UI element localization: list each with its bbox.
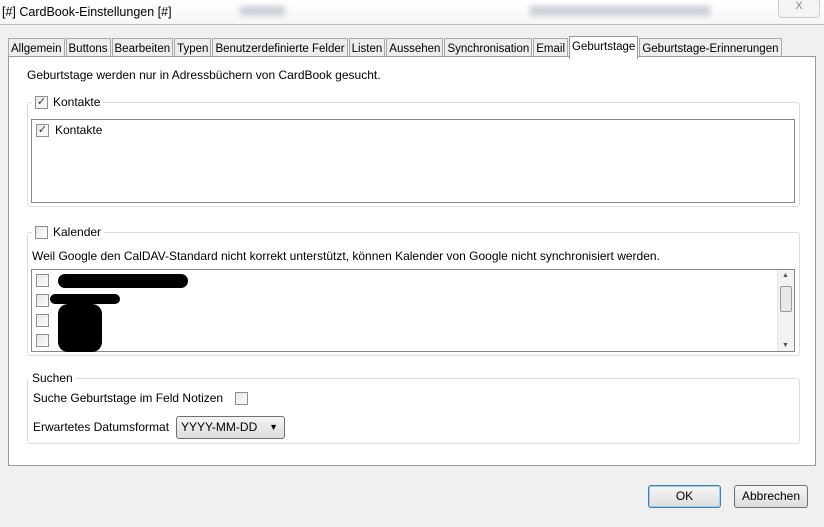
- list-item[interactable]: [36, 334, 49, 347]
- calendar-item-checkbox[interactable]: [36, 314, 49, 327]
- tab-typen[interactable]: Typen: [174, 38, 212, 58]
- tab-bearbeiten[interactable]: Bearbeiten: [111, 38, 174, 58]
- scrollbar[interactable]: ▲ ▼: [777, 270, 794, 351]
- notes-checkbox[interactable]: [235, 391, 249, 405]
- tab-bar: Allgemein Buttons Bearbeiten Typen Benut…: [8, 36, 816, 59]
- tab-listen[interactable]: Listen: [348, 38, 386, 58]
- list-item[interactable]: ✓ Kontakte: [36, 123, 102, 137]
- tab-synchronisation[interactable]: Synchronisation: [444, 38, 533, 58]
- calendar-group: Kalender Weil Google den CalDAV-Standard…: [27, 225, 800, 356]
- redaction: [58, 304, 102, 352]
- addressbook-label: Kontakte: [55, 123, 103, 137]
- redaction: [58, 274, 188, 288]
- search-legend: Suchen: [29, 371, 76, 385]
- contacts-checkbox[interactable]: ✓: [35, 95, 48, 109]
- chevron-down-icon: ▼: [269, 422, 278, 432]
- close-button[interactable]: X: [778, 0, 820, 18]
- tab-aussehen[interactable]: Aussehen: [386, 38, 444, 58]
- scrollbar-thumb[interactable]: [780, 286, 792, 312]
- redaction: [50, 294, 120, 304]
- tab-allgemein[interactable]: Allgemein: [8, 38, 65, 58]
- window-title: [#] CardBook-Einstellungen [#]: [2, 5, 172, 19]
- scroll-down-icon[interactable]: ▼: [782, 342, 789, 349]
- contacts-group: ✓ Kontakte ✓ Kontakte: [27, 95, 800, 207]
- date-format-select[interactable]: YYYY-MM-DD ▼: [176, 416, 285, 439]
- scroll-up-icon[interactable]: ▲: [782, 272, 789, 279]
- ok-button[interactable]: OK: [648, 485, 721, 508]
- calendar-label: Kalender: [53, 225, 102, 239]
- list-item[interactable]: [36, 294, 49, 307]
- tab-panel: Geburtstage werden nur in Adressbüchern …: [8, 56, 816, 466]
- calendar-item-checkbox[interactable]: [36, 294, 49, 307]
- calendar-item-checkbox[interactable]: [36, 334, 49, 347]
- title-bar: [#] CardBook-Einstellungen [#] X: [0, 0, 824, 25]
- addressbook-list[interactable]: ✓ Kontakte: [31, 119, 795, 203]
- info-text: Geburtstage werden nur in Adressbüchern …: [27, 68, 381, 82]
- blurred-text: [240, 6, 285, 16]
- contacts-label: Kontakte: [53, 95, 101, 109]
- tab-email[interactable]: Email: [533, 38, 569, 58]
- search-group: Suchen: [27, 371, 800, 444]
- notes-option: Suche Geburtstage im Feld Notizen: [33, 391, 249, 405]
- calendar-legend: Kalender: [32, 225, 105, 239]
- addressbook-checkbox[interactable]: ✓: [36, 123, 49, 137]
- google-warning: Weil Google den CalDAV-Standard nicht ko…: [32, 249, 660, 263]
- tab-geburtstage[interactable]: Geburtstage: [569, 36, 639, 59]
- notes-label: Suche Geburtstage im Feld Notizen: [33, 391, 224, 405]
- list-item[interactable]: [36, 274, 49, 287]
- tab-geburtstage-erinnerungen[interactable]: Geburtstage-Erinnerungen: [639, 38, 782, 58]
- contacts-legend: ✓ Kontakte: [32, 95, 104, 109]
- list-item[interactable]: [36, 314, 49, 327]
- calendar-checkbox[interactable]: [35, 225, 48, 239]
- cancel-button[interactable]: Abbrechen: [734, 485, 808, 508]
- blurred-text: [530, 6, 710, 16]
- tab-benutzerdefinierte-felder[interactable]: Benutzerdefinierte Felder: [212, 38, 348, 58]
- date-format-value: YYYY-MM-DD: [181, 420, 258, 434]
- tab-buttons[interactable]: Buttons: [65, 38, 111, 58]
- calendar-item-checkbox[interactable]: [36, 274, 49, 287]
- format-label: Erwartetes Datumsformat: [33, 420, 170, 434]
- calendar-list[interactable]: ▲ ▼: [31, 269, 795, 352]
